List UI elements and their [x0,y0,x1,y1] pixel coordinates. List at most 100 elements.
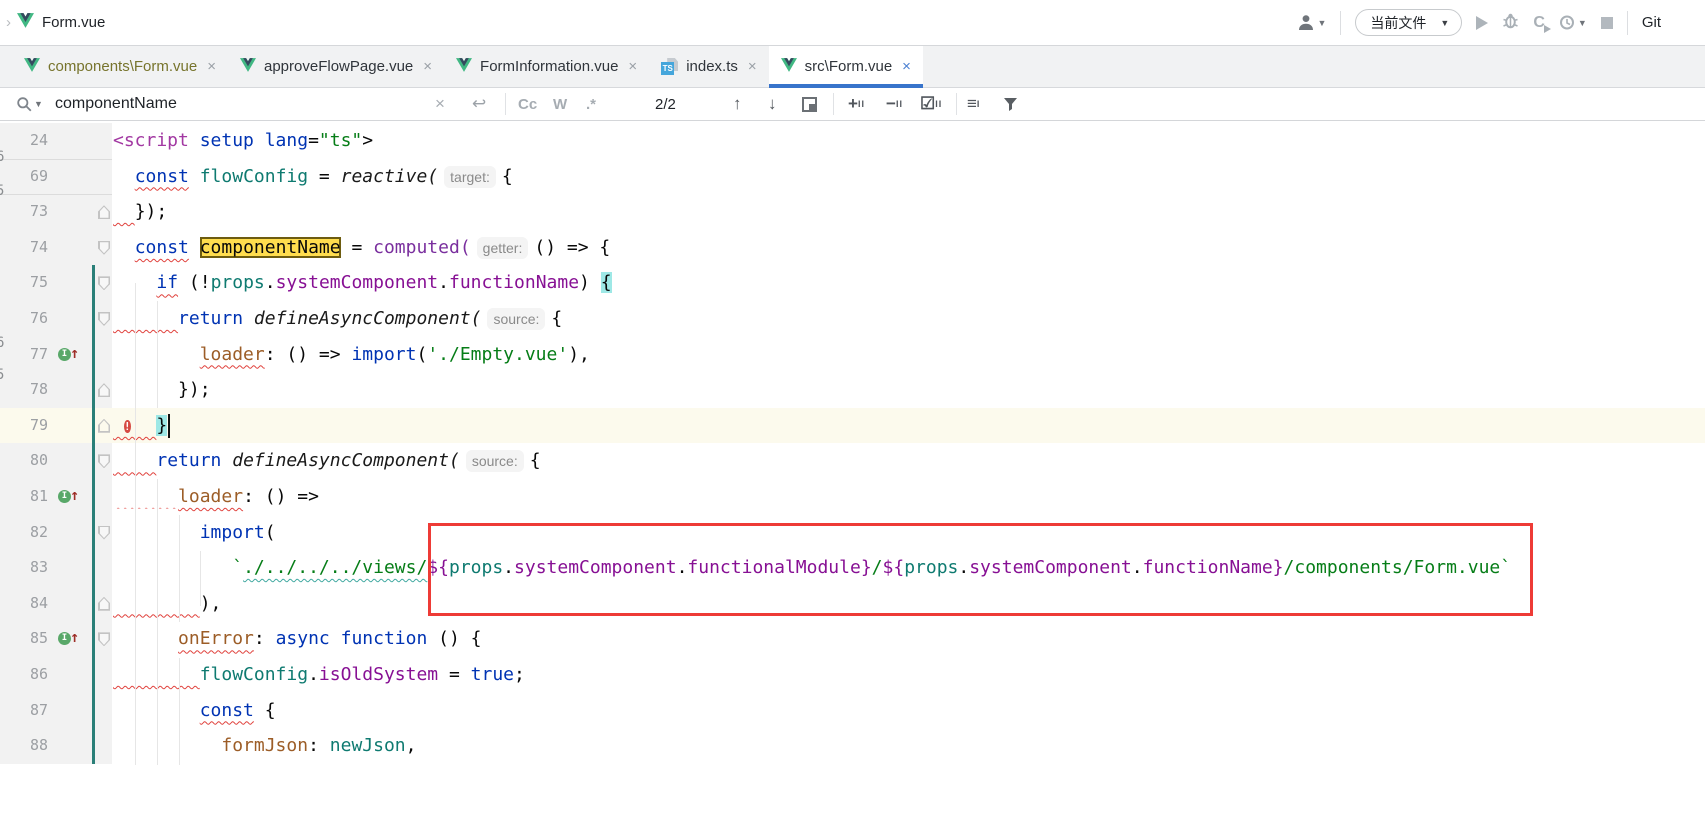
search-input[interactable]: componentName [55,88,177,120]
run-configuration-selector[interactable]: 当前文件 ▼ [1355,9,1462,36]
code-line[interactable]: 73 }); [0,194,1705,230]
close-tab-icon[interactable]: × [423,58,432,75]
code-line[interactable]: 84 ), [0,586,1705,622]
code-line[interactable]: 88 formJson: newJson, [0,728,1705,764]
close-tab-icon[interactable]: × [748,58,757,75]
tab-forminformation.vue[interactable]: FormInformation.vue× [444,46,649,87]
clipped-line-number-fragment: 6 [0,334,7,352]
line-number[interactable]: 69 [0,159,48,195]
line-number[interactable]: 76 [0,301,48,337]
line-number[interactable]: 77 [0,337,48,373]
error-icon[interactable]: ! [124,414,140,436]
code-line[interactable]: 83 `./../../../views/${props.systemCompo… [0,550,1705,586]
profiler-button[interactable]: ▼ [1559,14,1587,31]
whole-words-toggle[interactable]: W [553,88,567,120]
clear-search-button[interactable]: × [435,88,445,120]
search-mode-button[interactable]: ▼ [16,88,43,120]
filter-search-button[interactable] [1003,88,1018,120]
indent-guide [157,479,158,765]
filter-icon [1003,97,1018,112]
git-menu[interactable]: Git [1642,14,1661,31]
find-toolbar: ▼ componentName × ↩ Cc W .* 2/2 ↑ ↓ +II … [0,88,1705,121]
indent-guide [157,301,158,408]
user-avatar-button[interactable]: ▼ [1297,14,1327,31]
run-config-label: 当前文件 [1370,13,1426,33]
clipped-line-number-fragment: 5 [0,366,7,384]
tab-index.ts[interactable]: TSindex.ts× [649,46,768,87]
indent-guide [179,658,180,765]
line-number[interactable]: 74 [0,230,48,266]
indent-guide [179,515,180,622]
line-number[interactable]: 84 [0,586,48,622]
code-line[interactable]: 79! } [0,408,1705,444]
regex-toggle[interactable]: .* [586,88,596,120]
line-number[interactable]: 24 [0,123,48,159]
code-line[interactable]: 76 return defineAsyncComponent(source:{ [0,301,1705,337]
implement-marker-icon[interactable]: I↑ [58,347,86,363]
code-editor[interactable]: 24<script setup lang="ts">69 const flowC… [0,121,1705,820]
chevron-down-icon: ▼ [1318,18,1327,28]
close-tab-icon[interactable]: × [902,58,911,75]
search-options-button[interactable]: ≡I [967,88,980,120]
coverage-button[interactable]: C [1533,14,1545,32]
vcs-change-bar [92,408,95,444]
code-line[interactable]: 81I↑ loader: () => [0,479,1705,515]
code-line[interactable]: 80 return defineAsyncComponent(source:{ [0,443,1705,479]
bug-icon [1502,12,1519,29]
close-tab-icon[interactable]: × [628,58,637,75]
search-history-icon[interactable]: ↩ [472,88,486,120]
vcs-change-bar [92,301,95,337]
code-line[interactable]: 75 if (!props.systemComponent.functionNa… [0,265,1705,301]
line-number[interactable]: 79 [0,408,48,444]
parameter-hint: source: [466,450,524,472]
code-line[interactable]: 74 const componentName = computed(getter… [0,230,1705,266]
vcs-change-bar [92,515,95,551]
debug-button[interactable] [1502,12,1519,34]
profiler-clock-icon [1559,14,1576,31]
line-number[interactable]: 88 [0,728,48,764]
code-line[interactable]: 78 }); [0,372,1705,408]
next-match-button[interactable]: ↓ [768,88,777,120]
add-occurrence-button[interactable]: +II [848,88,865,120]
code-line[interactable]: 85I↑ onError: async function () { [0,621,1705,657]
tab-label: index.ts [686,58,738,75]
code-line[interactable]: 24<script setup lang="ts"> [0,123,1705,159]
tab-components-form.vue[interactable]: components\Form.vue× [12,46,228,87]
tab-label: src\Form.vue [805,58,893,75]
line-number[interactable]: 80 [0,443,48,479]
code-line[interactable]: 77I↑ loader: () => import('./Empty.vue')… [0,337,1705,373]
vcs-change-bar [92,728,95,764]
line-number[interactable]: 87 [0,693,48,729]
remove-occurrence-button[interactable]: −II [886,88,903,120]
vue-file-icon [781,58,797,76]
vcs-change-bar [92,372,95,408]
implement-marker-icon[interactable]: I↑ [58,489,86,505]
find-window-button[interactable] [802,88,817,120]
match-case-toggle[interactable]: Cc [518,88,537,120]
line-number[interactable]: 86 [0,657,48,693]
select-all-occurrences-button[interactable]: ☑II [920,88,942,120]
code-line[interactable]: 69 const flowConfig = reactive(target:{ [0,159,1705,195]
line-number[interactable]: 83 [0,550,48,586]
close-tab-icon[interactable]: × [207,58,216,75]
line-number[interactable]: 81 [0,479,48,515]
code-line[interactable]: 87 const { [0,693,1705,729]
chevron-down-icon: ▼ [1440,18,1449,28]
line-number[interactable]: 85 [0,621,48,657]
clipped-line-number-fragment: 6 [0,148,7,166]
code-line[interactable]: 86 flowConfig.isOldSystem = true; [0,657,1705,693]
code-line[interactable]: 82 import( [0,515,1705,551]
previous-match-button[interactable]: ↑ [733,88,742,120]
implement-marker-icon[interactable]: I↑ [58,631,86,647]
line-number[interactable]: 78 [0,372,48,408]
indent-guide [135,283,136,765]
run-button[interactable] [1476,16,1488,30]
stop-button[interactable] [1601,17,1613,29]
line-number[interactable]: 82 [0,515,48,551]
line-number[interactable]: 75 [0,265,48,301]
match-counter: 2/2 [655,88,676,120]
search-icon [16,96,32,112]
tab-src-form.vue[interactable]: src\Form.vue × [769,46,923,87]
line-number[interactable]: 73 [0,194,48,230]
tab-approveflowpage.vue[interactable]: approveFlowPage.vue× [228,46,444,87]
